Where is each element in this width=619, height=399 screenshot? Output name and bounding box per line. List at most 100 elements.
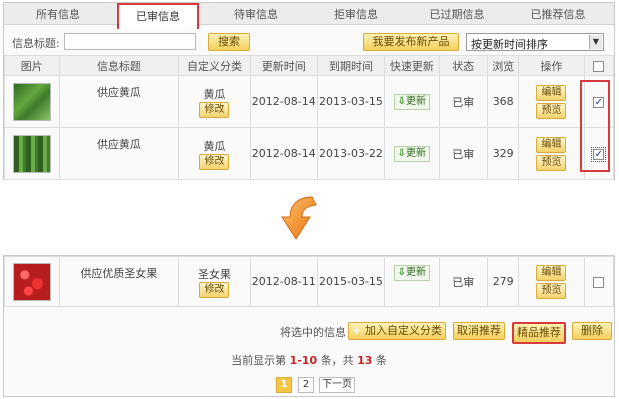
title-cell[interactable]: 供应黄瓜 [58, 75, 180, 128]
preview-button[interactable]: 预览 [536, 102, 567, 119]
thumbnail-cell [4, 256, 60, 307]
sort-select-value: 按更新时间排序 [471, 38, 548, 51]
title-cell[interactable]: 供应优质圣女果 [58, 256, 180, 307]
updated-cell: 2012-08-14 [249, 75, 318, 128]
search-label: 信息标题: [12, 37, 60, 50]
table-row: 供应黄瓜 黄瓜 修改 2012-08-14 2013-03-22 ⇩更新 已审 … [4, 127, 615, 180]
delete-button[interactable]: 删除 [572, 322, 612, 340]
summary-prefix: 当前显示第 [231, 354, 287, 367]
product-image[interactable] [12, 134, 51, 173]
summary-mid: 条，共 [320, 354, 354, 367]
status-cell: 已审 [438, 127, 488, 180]
add-category-label: 加入自定义分类 [365, 324, 443, 337]
search-button[interactable]: 搜索 [208, 33, 250, 51]
table-header-row: 图片 信息标题 自定义分类 更新时间 到期时间 快速更新 状态 浏览 操作 [4, 55, 615, 76]
quick-update-cell: ⇩更新 [384, 256, 440, 307]
chevron-down-icon: ▼ [589, 35, 602, 49]
edit-button[interactable]: 编辑 [536, 84, 567, 101]
tab-recommended[interactable]: 已推荐信息 [513, 6, 603, 25]
quick-update-label: 更新 [406, 147, 427, 159]
col-actions: 操作 [518, 55, 585, 76]
col-updated: 更新时间 [249, 55, 318, 76]
preview-button[interactable]: 预览 [536, 282, 567, 299]
table-row: 供应黄瓜 黄瓜 修改 2012-08-14 2013-03-15 ⇩更新 已审 … [4, 75, 615, 128]
expires-cell: 2013-03-15 [316, 75, 386, 128]
edit-button[interactable]: 编辑 [536, 264, 567, 281]
edit-category-button[interactable]: 修改 [199, 101, 230, 118]
edit-category-button[interactable]: 修改 [199, 153, 230, 170]
quick-update-cell: ⇩更新 [384, 127, 440, 180]
next-page-link[interactable]: 下一页 [319, 377, 355, 393]
col-views: 浏览 [486, 55, 520, 76]
updated-cell: 2012-08-11 [249, 256, 318, 307]
views-cell: 368 [486, 75, 520, 128]
plus-icon: + [351, 324, 366, 337]
add-category-button[interactable]: + 加入自定义分类 [348, 322, 446, 340]
preview-button[interactable]: 预览 [536, 154, 567, 171]
select-cell [583, 256, 615, 307]
sort-select[interactable]: 按更新时间排序 ▼ [466, 33, 604, 51]
status-tabs: 所有信息 已审信息 待审信息 拒审信息 已过期信息 已推荐信息 [4, 3, 614, 29]
summary-range: 1-10 [289, 354, 318, 367]
summary-total: 13 [357, 354, 373, 367]
featured-recommend-button[interactable]: 精品推荐 [512, 322, 566, 344]
status-cell: 已审 [438, 256, 488, 307]
views-cell: 279 [486, 256, 520, 307]
info-table: 图片 信息标题 自定义分类 更新时间 到期时间 快速更新 状态 浏览 操作 供应… [4, 55, 615, 180]
thumbnail-cell [4, 75, 60, 128]
category-cell: 圣女果 修改 [178, 256, 251, 307]
status-cell: 已审 [438, 75, 488, 128]
quick-update-label: 更新 [406, 95, 427, 107]
category-name: 黄瓜 [203, 139, 226, 153]
edit-button[interactable]: 编辑 [536, 136, 567, 153]
updated-cell: 2012-08-14 [249, 127, 318, 180]
summary-suffix: 条 [375, 354, 387, 367]
tab-approved[interactable]: 已审信息 [117, 3, 199, 29]
download-icon: ⇩ [397, 95, 407, 107]
quick-update-button[interactable]: ⇩更新 [393, 265, 431, 281]
download-icon: ⇩ [397, 147, 407, 159]
listing-panel-after: 供应优质圣女果 圣女果 修改 2012-08-11 2015-03-15 ⇩更新… [3, 255, 615, 397]
tab-rejected[interactable]: 拒审信息 [316, 6, 396, 25]
table-row: 供应优质圣女果 圣女果 修改 2012-08-11 2015-03-15 ⇩更新… [4, 256, 615, 307]
edit-category-button[interactable]: 修改 [199, 281, 230, 298]
actions-cell: 编辑 预览 [518, 256, 585, 307]
tab-all[interactable]: 所有信息 [18, 6, 98, 25]
category-name: 圣女果 [197, 267, 231, 281]
title-cell[interactable]: 供应黄瓜 [58, 127, 180, 180]
col-quick-update: 快速更新 [384, 55, 440, 76]
bulk-actions-label: 将选中的信息 [280, 326, 346, 339]
category-cell: 黄瓜 修改 [178, 127, 251, 180]
product-image[interactable] [12, 262, 51, 301]
category-name: 黄瓜 [203, 87, 226, 101]
col-title: 信息标题 [58, 55, 180, 76]
expires-cell: 2013-03-22 [316, 127, 386, 180]
actions-cell: 编辑 预览 [518, 75, 585, 128]
listing-panel-before: 所有信息 已审信息 待审信息 拒审信息 已过期信息 已推荐信息 信息标题: 搜索… [3, 2, 615, 180]
publish-button[interactable]: 我要发布新产品 [363, 33, 459, 51]
quick-update-cell: ⇩更新 [384, 75, 440, 128]
curved-arrow-icon [281, 196, 317, 240]
col-status: 状态 [438, 55, 488, 76]
col-expires: 到期时间 [316, 55, 386, 76]
cancel-recommend-button[interactable]: 取消推荐 [453, 322, 505, 340]
views-cell: 329 [486, 127, 520, 180]
checkbox-highlight [580, 80, 610, 172]
tab-expired[interactable]: 已过期信息 [412, 6, 502, 25]
quick-update-button[interactable]: ⇩更新 [393, 93, 431, 110]
tab-pending[interactable]: 待审信息 [216, 6, 296, 25]
thumbnail-cell [4, 127, 60, 180]
quick-update-label: 更新 [406, 267, 427, 278]
col-select-all [583, 55, 615, 76]
info-table-bottom: 供应优质圣女果 圣女果 修改 2012-08-11 2015-03-15 ⇩更新… [4, 256, 615, 307]
product-image[interactable] [12, 82, 51, 121]
page-2[interactable]: 2 [298, 377, 314, 393]
search-bar: 信息标题: 搜索 我要发布新产品 按更新时间排序 ▼ [4, 29, 614, 55]
page-1[interactable]: 1 [276, 377, 292, 393]
col-category: 自定义分类 [178, 55, 251, 76]
expires-cell: 2015-03-15 [316, 256, 386, 307]
row-checkbox[interactable] [593, 276, 605, 288]
search-input[interactable] [64, 33, 196, 50]
quick-update-button[interactable]: ⇩更新 [393, 145, 431, 162]
select-all-checkbox[interactable] [593, 60, 605, 72]
